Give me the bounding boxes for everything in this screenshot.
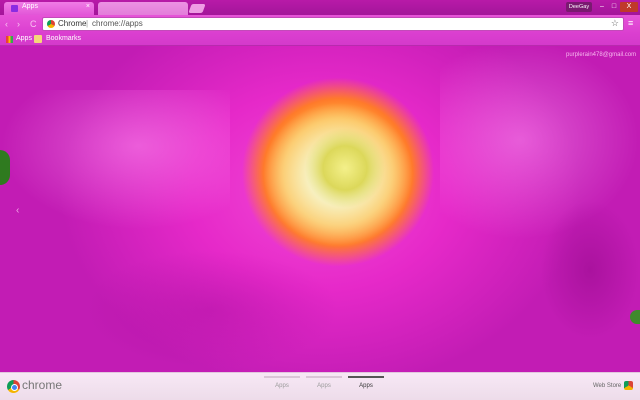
profile-button[interactable]: DeeGay (566, 2, 592, 12)
bookmark-apps[interactable]: Apps (16, 34, 32, 44)
menu-icon[interactable]: ≡ (628, 18, 633, 28)
apps-favicon-icon (11, 5, 18, 12)
page-indicator-2[interactable] (306, 376, 342, 378)
previous-page-arrow-icon[interactable]: ‹ (16, 205, 19, 216)
chrome-logo-icon (7, 380, 20, 393)
chrome-page-icon (47, 20, 55, 28)
bottom-bar: chrome Apps Apps Apps Web Store (0, 372, 640, 400)
page-label-1[interactable]: Apps (264, 383, 300, 389)
maximize-button[interactable]: □ (608, 2, 620, 12)
chrome-brand-label: chrome (22, 378, 63, 392)
address-bar[interactable]: Chrome | chrome://apps ☆ (42, 17, 624, 31)
page-indicator-3[interactable] (348, 376, 384, 378)
forward-arrow-icon[interactable]: › (17, 18, 20, 30)
account-email[interactable]: purplerain478@gmail.com (566, 52, 636, 58)
url-text[interactable]: chrome://apps (92, 19, 143, 28)
page-label-2[interactable]: Apps (306, 383, 342, 389)
page-label-3[interactable]: Apps (348, 383, 384, 389)
bookmark-bookmarks[interactable]: Bookmarks (46, 34, 81, 44)
page-indicator-1[interactable] (264, 376, 300, 378)
tab-inactive[interactable] (98, 2, 188, 15)
web-store-icon[interactable] (624, 381, 633, 390)
tab-apps[interactable]: Apps × (4, 2, 94, 15)
bookmark-star-icon[interactable]: ☆ (611, 18, 619, 29)
new-tab-button[interactable] (188, 4, 206, 13)
background-flower-image (0, 0, 640, 400)
title-bar: Apps × DeeGay – □ X (0, 0, 640, 15)
folder-icon[interactable] (34, 35, 42, 43)
reload-icon[interactable]: C (30, 18, 37, 30)
toolbar: ‹ › C Chrome | chrome://apps ☆ ≡ (0, 15, 640, 33)
web-store-link[interactable]: Web Store (593, 383, 621, 389)
back-arrow-icon[interactable]: ‹ (5, 18, 8, 30)
minimize-button[interactable]: – (596, 2, 608, 12)
omnibox-chrome-label: Chrome (58, 19, 87, 28)
tab-close-icon[interactable]: × (86, 3, 90, 10)
close-window-button[interactable]: X (620, 2, 638, 12)
tab-title: Apps (22, 3, 38, 10)
apps-grid-icon[interactable] (6, 36, 13, 43)
bookmarks-bar: Apps Bookmarks (0, 33, 640, 46)
omnibox-separator: | (86, 19, 89, 28)
